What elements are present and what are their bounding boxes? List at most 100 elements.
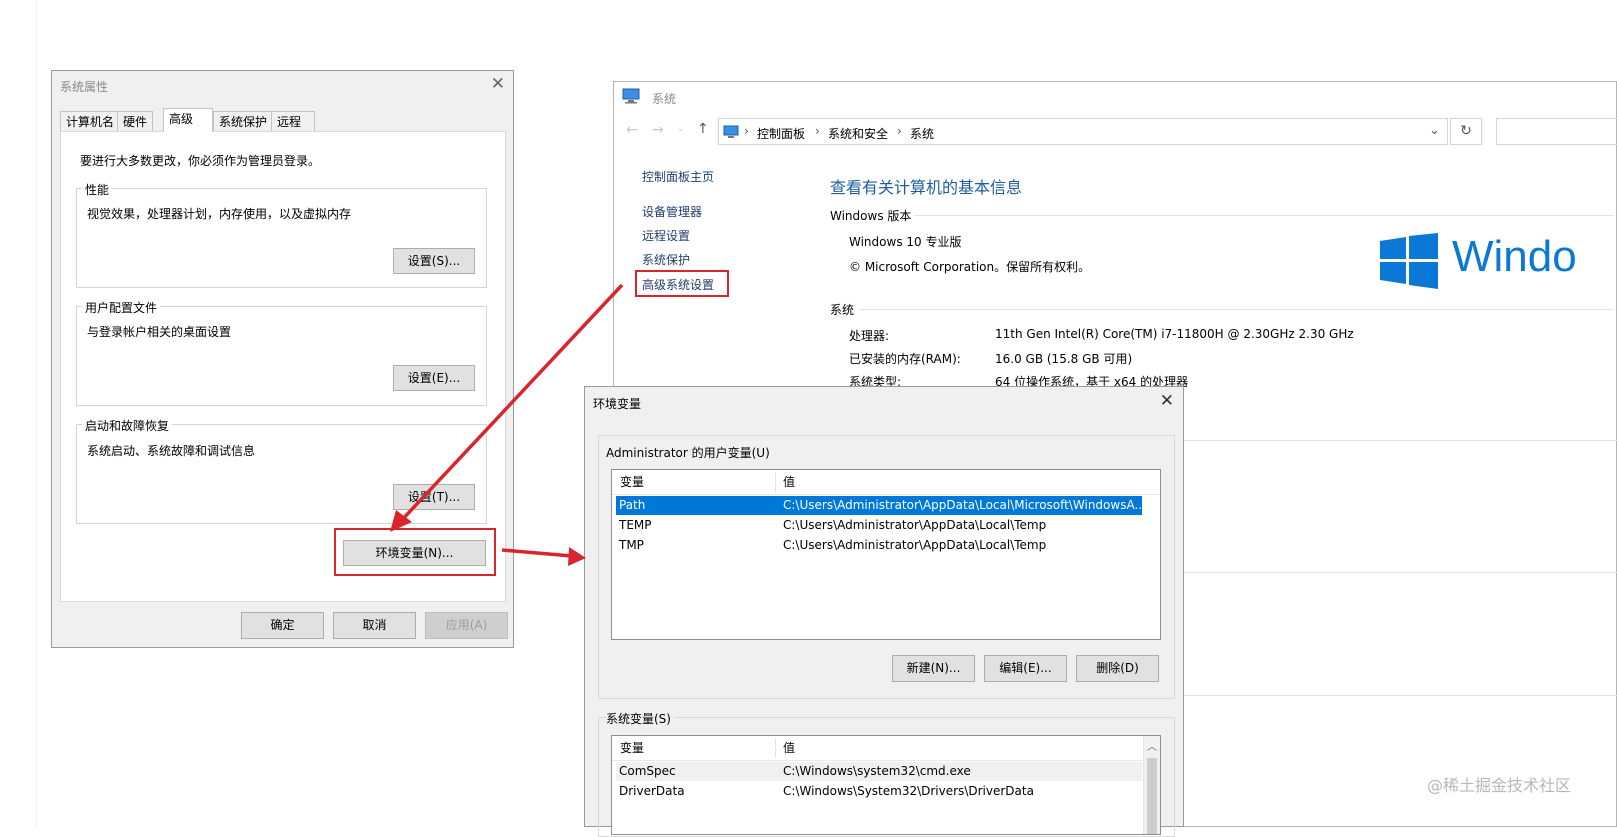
admin-note: 要进行大多数更改，你必须作为管理员登录。 bbox=[80, 154, 321, 168]
environment-variables-dialog: 环境变量 ✕ Administrator 的用户变量(U) 变量 值 Path … bbox=[584, 386, 1184, 837]
environment-variables-button[interactable]: 环境变量(N)... bbox=[343, 540, 486, 566]
column-value[interactable]: 值 bbox=[783, 470, 795, 494]
windows-edition-section: Windows 版本 bbox=[830, 209, 912, 223]
column-divider bbox=[775, 472, 776, 492]
group-label: 性能 bbox=[82, 181, 113, 198]
variable-name: TEMP bbox=[619, 518, 652, 532]
column-variable[interactable]: 变量 bbox=[620, 736, 644, 760]
edit-user-variable-button[interactable]: 编辑(E)... bbox=[984, 655, 1067, 682]
spec-value: 16.0 GB (15.8 GB 可用) bbox=[995, 352, 1133, 366]
user-profiles-settings-button[interactable]: 设置(E)... bbox=[393, 365, 475, 391]
system-section: 系统 bbox=[830, 303, 855, 317]
window-title: 系统 bbox=[652, 92, 677, 106]
spec-value: 11th Gen Intel(R) Core(TM) i7-11800H @ 2… bbox=[995, 327, 1354, 341]
sidebar-item-device-manager[interactable]: 设备管理器 bbox=[642, 203, 702, 220]
startup-recovery-settings-button[interactable]: 设置(T)... bbox=[393, 484, 475, 510]
page-title: 查看有关计算机的基本信息 bbox=[830, 178, 1023, 197]
group-label: 启动和故障恢复 bbox=[82, 417, 173, 434]
variable-value: C:\Users\Administrator\AppData\Local\Tem… bbox=[783, 518, 1047, 532]
tab-advanced[interactable]: 高级 bbox=[163, 108, 213, 132]
breadcrumb-separator: › bbox=[815, 124, 820, 138]
sidebar-item-home[interactable]: 控制面板主页 bbox=[642, 168, 714, 185]
dialog-title: 系统属性 bbox=[60, 80, 109, 94]
system-properties-dialog: 系统属性 ✕ 计算机名 硬件 高级 系统保护 远程 要进行大多数更改，你必须作为… bbox=[51, 70, 514, 648]
variable-value: C:\Windows\system32\cmd.exe bbox=[783, 764, 971, 778]
list-item[interactable]: TEMP C:\Users\Administrator\AppData\Loca… bbox=[616, 516, 1142, 535]
list-item[interactable]: DriverData C:\Windows\System32\Drivers\D… bbox=[616, 782, 1142, 801]
tab-remote[interactable]: 远程 bbox=[271, 111, 315, 131]
performance-group: 性能 视觉效果，处理器计划，内存使用，以及虚拟内存 设置(S)... bbox=[76, 181, 487, 288]
ok-button[interactable]: 确定 bbox=[241, 612, 324, 639]
search-input[interactable] bbox=[1496, 118, 1617, 145]
scrollbar-thumb[interactable] bbox=[1147, 758, 1157, 834]
back-arrow-icon[interactable]: ← bbox=[626, 122, 638, 138]
forward-arrow-icon[interactable]: → bbox=[652, 122, 664, 138]
apply-button[interactable]: 应用(A) bbox=[425, 612, 508, 639]
section-divider bbox=[914, 215, 1614, 216]
variable-name: ComSpec bbox=[619, 764, 676, 778]
copyright-text: © Microsoft Corporation。保留所有权利。 bbox=[849, 260, 1091, 274]
chevron-down-icon[interactable]: ⌄ bbox=[1429, 123, 1440, 138]
user-variables-list[interactable]: 变量 值 Path C:\Users\Administrator\AppData… bbox=[611, 469, 1161, 640]
variable-name: Path bbox=[619, 498, 646, 512]
system-variables-label: 系统变量(S) bbox=[606, 710, 674, 727]
startup-recovery-group: 启动和故障恢复 系统启动、系统故障和调试信息 设置(T)... bbox=[76, 417, 487, 524]
group-description: 系统启动、系统故障和调试信息 bbox=[87, 444, 256, 458]
spec-label: 处理器: bbox=[849, 329, 890, 343]
new-user-variable-button[interactable]: 新建(N)... bbox=[892, 655, 975, 682]
breadcrumb-separator: › bbox=[897, 124, 902, 138]
breadcrumb-system-security[interactable]: 系统和安全 bbox=[828, 125, 888, 142]
group-label: 用户配置文件 bbox=[82, 299, 161, 316]
user-profiles-group: 用户配置文件 与登录帐户相关的桌面设置 设置(E)... bbox=[76, 299, 487, 406]
user-variables-label: Administrator 的用户变量(U) bbox=[606, 446, 770, 460]
refresh-icon[interactable]: ↻ bbox=[1450, 118, 1482, 145]
monitor-icon bbox=[622, 88, 640, 104]
tab-hardware[interactable]: 硬件 bbox=[117, 111, 154, 131]
section-divider bbox=[1184, 572, 1617, 573]
variable-value: C:\Windows\System32\Drivers\DriverData bbox=[783, 784, 1034, 798]
list-item[interactable]: TMP C:\Users\Administrator\AppData\Local… bbox=[616, 536, 1142, 555]
address-bar[interactable]: › 控制面板 › 系统和安全 › 系统 ⌄ bbox=[718, 118, 1448, 145]
edition-value: Windows 10 专业版 bbox=[849, 235, 962, 249]
list-item[interactable]: ComSpec C:\Windows\system32\cmd.exe bbox=[616, 762, 1142, 781]
watermark: @稀土掘金技术社区 bbox=[1426, 776, 1571, 795]
vertical-scrollbar[interactable]: ︿ bbox=[1143, 736, 1160, 834]
sidebar-item-remote[interactable]: 远程设置 bbox=[642, 227, 690, 244]
delete-user-variable-button[interactable]: 删除(D) bbox=[1076, 655, 1159, 682]
column-variable[interactable]: 变量 bbox=[620, 470, 644, 494]
variable-value: C:\Users\Administrator\AppData\Local\Mic… bbox=[783, 498, 1146, 512]
section-divider bbox=[1184, 440, 1617, 441]
background-divider bbox=[36, 0, 37, 827]
scroll-up-icon[interactable]: ︿ bbox=[1147, 738, 1157, 753]
column-value[interactable]: 值 bbox=[783, 736, 795, 760]
cancel-button[interactable]: 取消 bbox=[333, 612, 416, 639]
sidebar-item-protection[interactable]: 系统保护 bbox=[642, 251, 690, 268]
dialog-title: 环境变量 bbox=[593, 397, 642, 411]
recent-dropdown-icon[interactable]: ⌄ bbox=[677, 124, 685, 134]
breadcrumb-system[interactable]: 系统 bbox=[910, 125, 934, 142]
tab-computer-name[interactable]: 计算机名 bbox=[60, 111, 121, 131]
tab-system-protection[interactable]: 系统保护 bbox=[213, 111, 274, 131]
windows-logo-icon bbox=[1380, 233, 1438, 289]
breadcrumb-control-panel[interactable]: 控制面板 bbox=[757, 125, 805, 142]
variable-name: DriverData bbox=[619, 784, 685, 798]
sidebar-item-advanced[interactable]: 高级系统设置 bbox=[642, 276, 714, 293]
list-header: 变量 值 bbox=[612, 470, 1160, 495]
section-divider bbox=[1184, 695, 1617, 696]
variable-name: TMP bbox=[619, 538, 644, 552]
windows-logo-text: Windo bbox=[1452, 232, 1577, 281]
computer-icon bbox=[723, 125, 739, 138]
list-header: 变量 值 bbox=[612, 736, 1160, 761]
group-description: 视觉效果，处理器计划，内存使用，以及虚拟内存 bbox=[87, 207, 352, 221]
spec-label: 已安装的内存(RAM): bbox=[849, 352, 961, 366]
variable-value: C:\Users\Administrator\AppData\Local\Tem… bbox=[783, 538, 1047, 552]
system-variables-list[interactable]: 变量 值 ComSpec C:\Windows\system32\cmd.exe… bbox=[611, 735, 1161, 835]
close-icon[interactable]: ✕ bbox=[1160, 391, 1174, 411]
breadcrumb-separator: › bbox=[744, 124, 749, 138]
list-item[interactable]: Path C:\Users\Administrator\AppData\Loca… bbox=[616, 496, 1146, 515]
up-arrow-icon[interactable]: ↑ bbox=[697, 121, 709, 137]
close-icon[interactable]: ✕ bbox=[491, 74, 505, 94]
performance-settings-button[interactable]: 设置(S)... bbox=[393, 248, 475, 274]
column-divider bbox=[775, 738, 776, 758]
group-description: 与登录帐户相关的桌面设置 bbox=[87, 325, 232, 339]
